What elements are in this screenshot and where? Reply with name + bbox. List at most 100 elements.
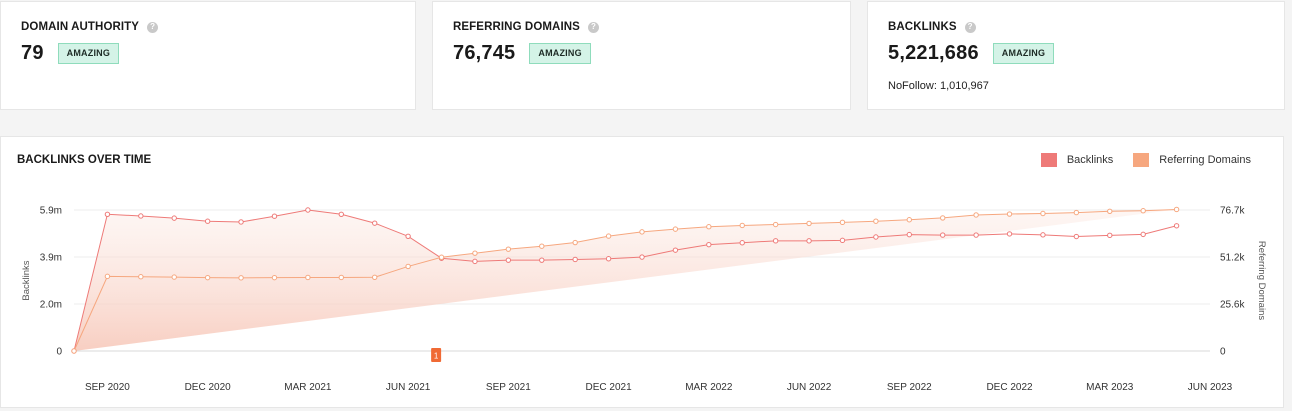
data-point-backlinks (171, 215, 177, 221)
data-point-backlinks (1040, 232, 1046, 238)
data-point-backlinks (305, 207, 311, 213)
x-tick-label: MAR 2023 (1086, 382, 1134, 393)
data-point-referring-domains (772, 221, 779, 228)
data-point-backlinks (739, 240, 745, 246)
data-point-referring-domains (505, 246, 512, 252)
data-point-backlinks (806, 238, 812, 244)
y-right-tick-label: 25.6k (1220, 299, 1245, 310)
data-point-backlinks (839, 237, 846, 244)
y-left-axis-title: Backlinks (21, 260, 32, 300)
data-point-backlinks (271, 213, 278, 219)
data-point-referring-domains (605, 233, 612, 239)
data-point-referring-domains (204, 274, 211, 281)
data-point-referring-domains (739, 222, 745, 229)
data-point-backlinks (605, 256, 612, 262)
data-point-referring-domains (338, 274, 344, 281)
domain-authority-row: 79 AMAZING (21, 42, 120, 65)
referring-domains-title: REFERRING DOMAINS ? (453, 21, 599, 33)
data-point-referring-domains (238, 275, 244, 281)
data-point-referring-domains (706, 224, 712, 230)
question-mark-icon[interactable]: ? (147, 21, 159, 33)
data-point-referring-domains (305, 274, 311, 281)
backlinks-title: BACKLINKS ? (888, 21, 976, 33)
x-tick-label: SEP 2022 (887, 382, 932, 393)
data-point-backlinks (1006, 231, 1013, 237)
data-point-backlinks (138, 213, 144, 219)
data-point-referring-domains (271, 274, 278, 281)
data-point-referring-domains (1040, 210, 1046, 217)
data-point-backlinks (1173, 223, 1180, 229)
data-point-backlinks (672, 247, 679, 253)
data-point-backlinks (1140, 231, 1146, 238)
chart-area-fill (74, 209, 1177, 351)
status-badge: AMAZING (992, 43, 1055, 64)
data-point-referring-domains (138, 274, 144, 280)
x-tick-label: SEP 2020 (85, 382, 130, 393)
data-point-referring-domains (171, 274, 177, 280)
data-point-referring-domains (572, 239, 578, 246)
backlinks-row: 5,221,686 AMAZING (888, 42, 1055, 65)
data-point-referring-domains (639, 229, 645, 235)
backlinks-over-time-card: BACKLINKS OVER TIME Backlinks Referring … (0, 136, 1284, 408)
y-right-tick-label: 76.7k (1220, 206, 1245, 217)
data-point-referring-domains (672, 226, 679, 232)
data-point-referring-domains (472, 250, 478, 256)
data-point-referring-domains (873, 218, 879, 224)
domain-authority-card: DOMAIN AUTHORITY ? 79 AMAZING (0, 1, 416, 110)
data-point-referring-domains (372, 274, 378, 280)
data-point-backlinks (472, 258, 478, 265)
data-point-referring-domains (1173, 206, 1180, 213)
data-point-referring-domains (405, 263, 411, 270)
x-tick-label: MAR 2022 (685, 382, 733, 393)
data-point-backlinks (539, 257, 545, 263)
data-point-referring-domains (973, 212, 979, 218)
backlinks-card: BACKLINKS ? 5,221,686 AMAZING NoFollow: … (867, 1, 1285, 110)
data-point-referring-domains (539, 243, 545, 249)
data-point-backlinks (204, 218, 211, 224)
x-tick-label: JUN 2023 (1188, 382, 1233, 393)
x-tick-label: SEP 2021 (486, 382, 531, 393)
backlinks-chart: 0 2.0m 3.9m 5.9m 0 25.6k 51.2k 76.7k Backlinks Re… (21, 206, 1267, 394)
y-right-tick-label: 0 (1220, 347, 1226, 358)
status-badge: AMAZING (57, 43, 120, 64)
x-tick-label: DEC 2022 (986, 382, 1033, 393)
referring-domains-card: REFERRING DOMAINS ? 76,745 AMAZING (432, 1, 851, 110)
data-point-backlinks (906, 231, 912, 238)
question-mark-icon[interactable]: ? (587, 21, 599, 33)
domain-authority-title: DOMAIN AUTHORITY ? (21, 21, 159, 33)
data-point-backlinks (372, 220, 378, 226)
data-point-backlinks (505, 257, 512, 263)
y-right-axis-title: Referring Domains (1256, 241, 1267, 320)
data-point-backlinks (572, 256, 578, 263)
referring-domains-label: REFERRING DOMAINS (453, 21, 580, 33)
y-left-tick-label: 3.9m (40, 253, 62, 264)
data-point-backlinks (104, 211, 111, 218)
y-right-tick-label: 51.2k (1220, 253, 1245, 264)
data-point-backlinks (873, 234, 879, 240)
x-tick-label: DEC 2021 (586, 382, 633, 393)
x-tick-label: MAR 2021 (284, 382, 332, 393)
data-point-backlinks (706, 241, 712, 248)
referring-domains-value: 76,745 (453, 42, 516, 64)
data-point-backlinks (1107, 232, 1113, 239)
data-point-referring-domains (940, 215, 946, 221)
data-point-backlinks (405, 233, 411, 239)
backlinks-value: 5,221,686 (888, 42, 979, 64)
data-point-referring-domains (839, 219, 846, 226)
data-point-referring-domains (1140, 208, 1146, 214)
data-point-referring-domains (1073, 209, 1080, 216)
data-point-backlinks (1073, 233, 1080, 240)
data-point-referring-domains (1107, 208, 1113, 214)
domain-authority-value: 79 (21, 42, 44, 64)
nofollow-count: NoFollow: 1,010,967 (888, 80, 989, 92)
y-left-tick-label: 5.9m (40, 206, 62, 217)
y-left-tick-label: 2.0m (40, 300, 62, 311)
data-point-referring-domains (104, 273, 111, 280)
data-point-referring-domains (1006, 211, 1013, 217)
data-point-backlinks (940, 232, 946, 238)
x-tick-label: DEC 2020 (185, 382, 232, 393)
data-point-backlinks (772, 238, 779, 244)
question-mark-icon[interactable]: ? (964, 21, 976, 33)
data-point-referring-domains (438, 254, 445, 260)
y-left-tick-label: 0 (56, 347, 62, 358)
